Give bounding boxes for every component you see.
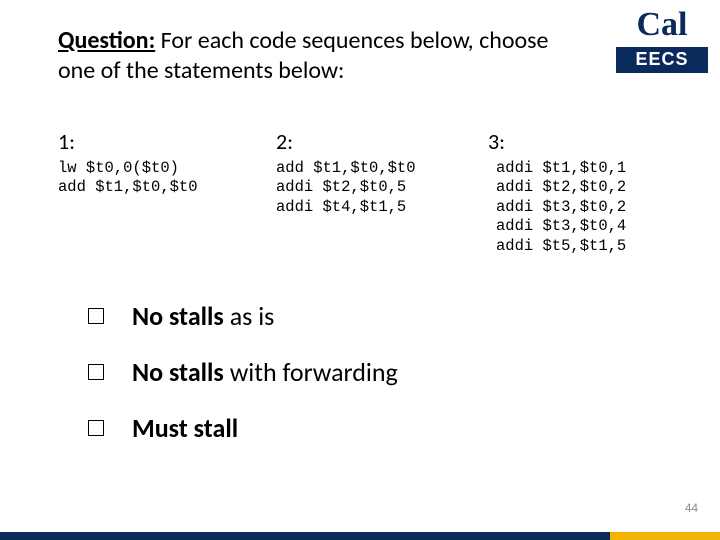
page-number: 44 (685, 501, 698, 516)
col-label: 1: (58, 128, 276, 155)
question-label: Question: (58, 26, 155, 55)
code-block: add $t1,$t0,$t0 addi $t2,$t0,5 addi $t4,… (276, 159, 486, 217)
code-block: lw $t0,0($t0) add $t1,$t0,$t0 (58, 159, 276, 198)
checkbox-icon[interactable] (88, 308, 104, 324)
answer-options: No stalls as is No stalls with forwardin… (88, 300, 398, 468)
code-block: addi $t1,$t0,1 addi $t2,$t0,2 addi $t3,$… (496, 159, 696, 256)
option-text: Must stall (132, 412, 238, 444)
eecs-bar: EECS (616, 47, 708, 73)
checkbox-icon[interactable] (88, 364, 104, 380)
checkbox-icon[interactable] (88, 420, 104, 436)
col-label: 3: (488, 128, 696, 155)
code-columns: 1: lw $t0,0($t0) add $t1,$t0,$t0 2: add … (58, 128, 700, 256)
code-column-3: 3: addi $t1,$t0,1 addi $t2,$t0,2 addi $t… (486, 128, 696, 256)
option-text: No stalls with forwarding (132, 356, 398, 388)
logo: Cal EECS (616, 10, 708, 73)
slide-title: Question: For each code sequences below,… (58, 26, 568, 86)
option-text: No stalls as is (132, 300, 274, 332)
option-row: No stalls as is (88, 300, 398, 332)
bottom-accent (610, 532, 720, 540)
option-row: No stalls with forwarding (88, 356, 398, 388)
code-column-1: 1: lw $t0,0($t0) add $t1,$t0,$t0 (58, 128, 276, 256)
cal-logo: Cal (616, 10, 708, 41)
col-label: 2: (276, 128, 486, 155)
option-row: Must stall (88, 412, 398, 444)
code-column-2: 2: add $t1,$t0,$t0 addi $t2,$t0,5 addi $… (276, 128, 486, 256)
